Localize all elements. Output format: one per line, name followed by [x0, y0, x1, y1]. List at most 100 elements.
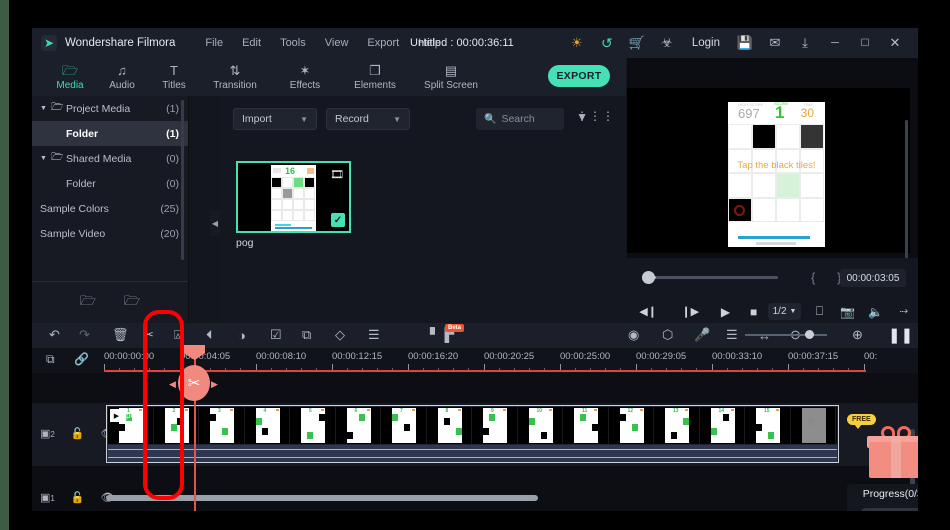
- tab-elements[interactable]: ❐ Elements: [340, 64, 410, 91]
- sidebar-item-sample-video[interactable]: Sample Video (20): [32, 221, 188, 246]
- split-scissors-button[interactable]: ✂: [143, 327, 154, 343]
- stop-button[interactable]: ■: [740, 305, 768, 319]
- menu-tools[interactable]: Tools: [280, 37, 306, 49]
- pause-marker-button[interactable]: ❚❚: [888, 327, 913, 344]
- bulb-icon[interactable]: ☀: [562, 28, 592, 58]
- zoom-slider-handle[interactable]: [805, 330, 814, 339]
- sidebar-item-count: (0): [166, 177, 179, 190]
- crop-button[interactable]: ⍓: [174, 327, 182, 343]
- link-icon[interactable]: 🔗: [74, 352, 89, 366]
- speed-button[interactable]: ⏴: [206, 327, 213, 343]
- sidebar-item-project-folder[interactable]: Folder (1): [32, 121, 188, 146]
- login-button[interactable]: Login: [682, 37, 730, 49]
- motion-tracking-button[interactable]: ◉: [628, 327, 639, 343]
- play-button[interactable]: ▶: [711, 305, 739, 319]
- save-icon[interactable]: 💾: [730, 28, 760, 58]
- close-icon[interactable]: ✕: [880, 28, 910, 58]
- tab-audio[interactable]: ♫ Audio: [96, 64, 148, 91]
- grid-view-icon[interactable]: ⋮⋮⋮: [576, 110, 615, 122]
- tab-media[interactable]: 🗁 Media: [44, 64, 96, 91]
- voiceover-button[interactable]: 🎤: [694, 327, 710, 343]
- playback-rate-button[interactable]: 1/2 ▼: [767, 303, 802, 320]
- export-button[interactable]: EXPORT: [548, 65, 610, 87]
- tab-effects[interactable]: ✶ Effects: [270, 64, 340, 91]
- sidebar-item-shared-folder[interactable]: Folder (0): [32, 171, 188, 196]
- menu-edit[interactable]: Edit: [242, 37, 261, 49]
- new-folder-icon[interactable]: 🗁: [80, 292, 96, 314]
- tab-titles[interactable]: T Titles: [148, 64, 200, 91]
- green-screen-button[interactable]: ☑: [270, 327, 282, 343]
- mask-button[interactable]: ⬡: [662, 327, 673, 343]
- sidebar-item-project-media[interactable]: ▼ 🗁 Project Media (1): [32, 96, 188, 121]
- split-scissors-icon[interactable]: ✂: [178, 365, 210, 401]
- delete-button[interactable]: 🗑: [112, 327, 129, 343]
- chevron-down-icon: ▼: [40, 155, 47, 162]
- sidebar-item-sample-colors[interactable]: Sample Colors (25): [32, 196, 188, 221]
- cart-icon[interactable]: 🛒: [622, 28, 652, 58]
- download-icon[interactable]: ⤓: [790, 28, 820, 58]
- checkmark-icon[interactable]: ✓: [331, 213, 345, 227]
- record-dropdown[interactable]: Record ▼: [326, 108, 410, 130]
- sidebar-item-shared-media[interactable]: ▼ 🗁 Shared Media (0): [32, 146, 188, 171]
- mark-in-button[interactable]: {: [811, 270, 815, 285]
- timeline-clip-pog[interactable]: 1 2 3 4 5 6 7 8 9 10 11 12 13 14 15 ▶ po…: [106, 405, 839, 463]
- auto-reframe-button[interactable]: ⧉: [302, 327, 311, 343]
- track-header-2: ▣2 🔓 👁: [32, 427, 115, 440]
- marker-list-button[interactable]: ☰: [726, 327, 738, 343]
- remove-folder-icon[interactable]: 🗁: [124, 292, 140, 314]
- timeline-horizontal-scrollbar[interactable]: [106, 495, 538, 501]
- snapshot-clip-icon[interactable]: ⧉: [46, 352, 55, 367]
- promo-gift-widget[interactable]: ✕ FREE Progress(0/3): [847, 406, 918, 511]
- preview-seek-handle[interactable]: [642, 271, 655, 284]
- maximize-icon[interactable]: ☐: [850, 28, 880, 58]
- zoom-slider[interactable]: [745, 334, 827, 336]
- trim-right-arrow-icon[interactable]: ▶: [211, 379, 218, 390]
- menu-export[interactable]: Export: [367, 37, 399, 49]
- menu-file[interactable]: File: [205, 37, 223, 49]
- timeline-panel: ↶ ↷ 🗑 ✂ ⍓ ⏴ ◑ ☑ ⧉ ◇ ☰ ▘▐▘ Beta ◉ ⬡ 🎤 ☰ ↔…: [32, 323, 918, 511]
- volume-button[interactable]: 🔈: [862, 305, 890, 319]
- app-name: Wondershare Filmora: [65, 37, 176, 49]
- desktop-edge-strip: [0, 0, 9, 530]
- collapse-left-icon[interactable]: ◀: [210, 210, 220, 236]
- unlock-icon[interactable]: 🔓: [71, 491, 85, 504]
- menu-view[interactable]: View: [325, 37, 349, 49]
- score-right: 30: [800, 106, 814, 120]
- redo-button[interactable]: ↷: [79, 327, 90, 343]
- color-button[interactable]: ◑: [238, 327, 246, 343]
- next-frame-button[interactable]: ❙▶: [669, 305, 711, 318]
- mail-icon[interactable]: ✉: [760, 28, 790, 58]
- minimize-icon[interactable]: ─: [820, 28, 850, 58]
- track-row-1[interactable]: ▣1 🔓 👁: [32, 491, 918, 511]
- zoom-in-button[interactable]: ⊕: [852, 327, 863, 343]
- sidebar-item-label: Project Media: [66, 102, 131, 115]
- trim-left-arrow-icon[interactable]: ◀: [169, 379, 176, 390]
- sidebar-item-count: (1): [166, 127, 179, 140]
- unlock-icon[interactable]: 🔓: [71, 427, 85, 440]
- beta-badge: Beta: [445, 324, 465, 332]
- fullscreen-button[interactable]: ⤑: [890, 305, 918, 318]
- preview-timecode[interactable]: 00:00:03:05: [840, 269, 906, 287]
- preview-seek-slider[interactable]: [642, 276, 778, 279]
- sidebar-scrollbar[interactable]: [181, 100, 184, 260]
- preview-home-indicator: [756, 242, 796, 245]
- tab-label: Media: [56, 79, 84, 91]
- undo-button[interactable]: ↶: [49, 327, 60, 343]
- keyframe-button[interactable]: ◇: [335, 327, 345, 343]
- snapshot-screen-button[interactable]: ⎕: [805, 304, 833, 319]
- tab-split-screen[interactable]: ▤ Split Screen: [410, 64, 492, 91]
- gift-box-icon[interactable]: ☣: [652, 28, 682, 58]
- preview-controls: { } 00:00:03:05 ◀❙ ❙▶ ▶ ■ 1/2 ▼ ⎕ 📷 🔈 ⤑: [627, 258, 918, 323]
- tab-transition[interactable]: ⇅ Transition: [200, 64, 270, 91]
- headset-icon[interactable]: ↺: [592, 28, 622, 58]
- prev-frame-button[interactable]: ◀❙: [627, 305, 669, 318]
- clip-label-group: ▶ pog: [110, 409, 139, 422]
- import-dropdown[interactable]: Import ▼: [233, 108, 317, 130]
- preview-scrollbar[interactable]: [905, 120, 908, 280]
- preview-stage[interactable]: HIGH SCORE 697 SCORE 1 TIME 30 Tap the b…: [627, 88, 910, 280]
- media-asset-card[interactable]: 16 🎞 ✓ pog: [236, 161, 351, 249]
- search-input[interactable]: 🔍 Search: [476, 108, 564, 130]
- camera-button[interactable]: 📷: [834, 305, 862, 319]
- ruler-label: 00:00:08:10: [256, 351, 307, 362]
- audio-mixer-button[interactable]: ☰: [368, 327, 380, 343]
